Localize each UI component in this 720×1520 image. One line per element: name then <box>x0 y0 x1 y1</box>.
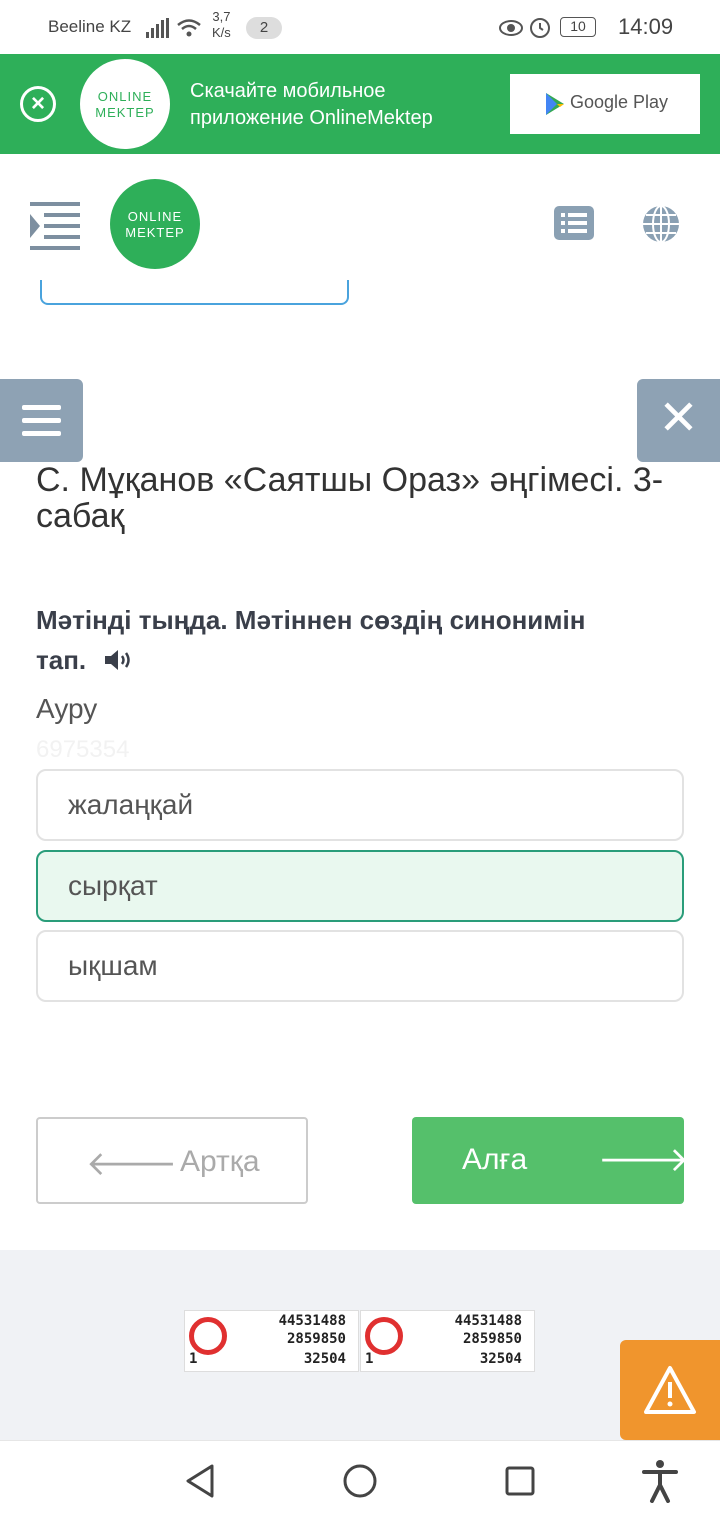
counter-third: 32504 <box>479 1351 522 1367</box>
answer-option[interactable]: жалаңқай <box>36 769 684 841</box>
counter-third: 32504 <box>303 1351 346 1367</box>
watermark: 6975354 <box>36 736 130 763</box>
answer-option-label: жалаңқай <box>68 789 194 820</box>
banner-logo-line1: ONLINE <box>97 89 153 104</box>
back-button-label: Артқа <box>180 1145 260 1178</box>
menu-toggle-icon[interactable] <box>30 202 82 250</box>
network-speed: 3,7 K/s <box>212 9 231 41</box>
close-panel-button[interactable]: ✕ <box>637 379 720 462</box>
warning-icon <box>644 1366 696 1414</box>
list-icon[interactable] <box>554 206 594 240</box>
counter-second: 2859850 <box>286 1331 346 1347</box>
speaker-icon[interactable] <box>103 647 135 673</box>
answer-option[interactable]: ықшам <box>36 930 684 1002</box>
banner-logo-line2: MEKTEP <box>95 105 155 120</box>
target-word: Ауру <box>36 693 98 724</box>
visit-counter[interactable]: 44531488 2859850 32504 1 <box>184 1310 359 1372</box>
home-nav-icon[interactable] <box>342 1463 378 1499</box>
wifi-icon <box>177 19 201 37</box>
play-store-icon <box>546 93 564 115</box>
accessibility-icon[interactable] <box>640 1459 680 1503</box>
back-nav-icon[interactable] <box>184 1463 216 1499</box>
logo-line2: MEKTEP <box>125 225 185 240</box>
logo-line1: ONLINE <box>127 209 183 224</box>
speed-unit: K/s <box>212 25 231 40</box>
back-button[interactable]: 🡐 Артқа <box>36 1117 308 1204</box>
next-button-label: Алға <box>462 1143 528 1176</box>
answer-option-selected[interactable]: сырқат <box>36 850 684 922</box>
signal-icon <box>146 18 169 38</box>
visit-counter[interactable]: 44531488 2859850 32504 1 <box>360 1310 535 1372</box>
google-play-button[interactable]: Google Play <box>510 74 700 134</box>
counter-logo-icon <box>189 1317 227 1355</box>
answer-option-label: сырқат <box>68 870 158 901</box>
side-menu-button[interactable] <box>0 379 83 462</box>
app-install-banner: × ONLINE MEKTEP Скачайте мобильное прило… <box>0 54 720 154</box>
status-bar: Beeline KZ 3,7 K/s 2 10 14:09 <box>0 0 720 54</box>
arrow-right-icon: 🡒 <box>598 1141 690 1179</box>
site-header: ONLINE MEKTEP <box>0 154 720 294</box>
counter-left: 1 <box>189 1351 198 1367</box>
counter-total: 44531488 <box>278 1313 346 1329</box>
system-nav-bar <box>0 1440 720 1520</box>
hamburger-icon <box>22 405 61 436</box>
alarm-icon <box>530 18 550 38</box>
recents-nav-icon[interactable] <box>504 1465 536 1497</box>
notification-badge: 2 <box>246 17 282 39</box>
partial-input-box <box>40 280 349 305</box>
eye-icon <box>499 20 523 36</box>
google-play-label: Google Play <box>570 92 669 112</box>
report-button[interactable] <box>620 1340 720 1440</box>
counter-second: 2859850 <box>462 1331 522 1347</box>
counter-logo-icon <box>365 1317 403 1355</box>
banner-logo: ONLINE MEKTEP <box>80 59 170 149</box>
globe-icon[interactable] <box>641 204 681 244</box>
counter-total: 44531488 <box>454 1313 522 1329</box>
clock: 14:09 <box>618 14 674 39</box>
answer-option-label: ықшам <box>68 950 158 981</box>
lesson-title: С. Мұқанов «Саятшы Ораз» әңгімесі. 3-саб… <box>36 461 664 535</box>
battery-level: 10 <box>560 17 596 37</box>
question-text: Мәтінді тыңда. Мәтіннен сөздің синонимін… <box>36 600 596 680</box>
arrow-left-icon: 🡐 <box>86 1145 178 1183</box>
speed-value: 3,7 <box>212 9 231 24</box>
banner-text: Скачайте мобильное приложение OnlineMekt… <box>190 80 433 129</box>
close-icon[interactable]: × <box>20 86 56 122</box>
close-icon: ✕ <box>658 392 699 445</box>
carrier-name: Beeline KZ <box>48 17 132 36</box>
counter-left: 1 <box>365 1351 374 1367</box>
page-footer: 44531488 2859850 32504 1 44531488 285985… <box>0 1250 720 1440</box>
next-button[interactable]: Алға 🡒 <box>412 1117 689 1204</box>
site-logo[interactable]: ONLINE MEKTEP <box>110 179 200 269</box>
